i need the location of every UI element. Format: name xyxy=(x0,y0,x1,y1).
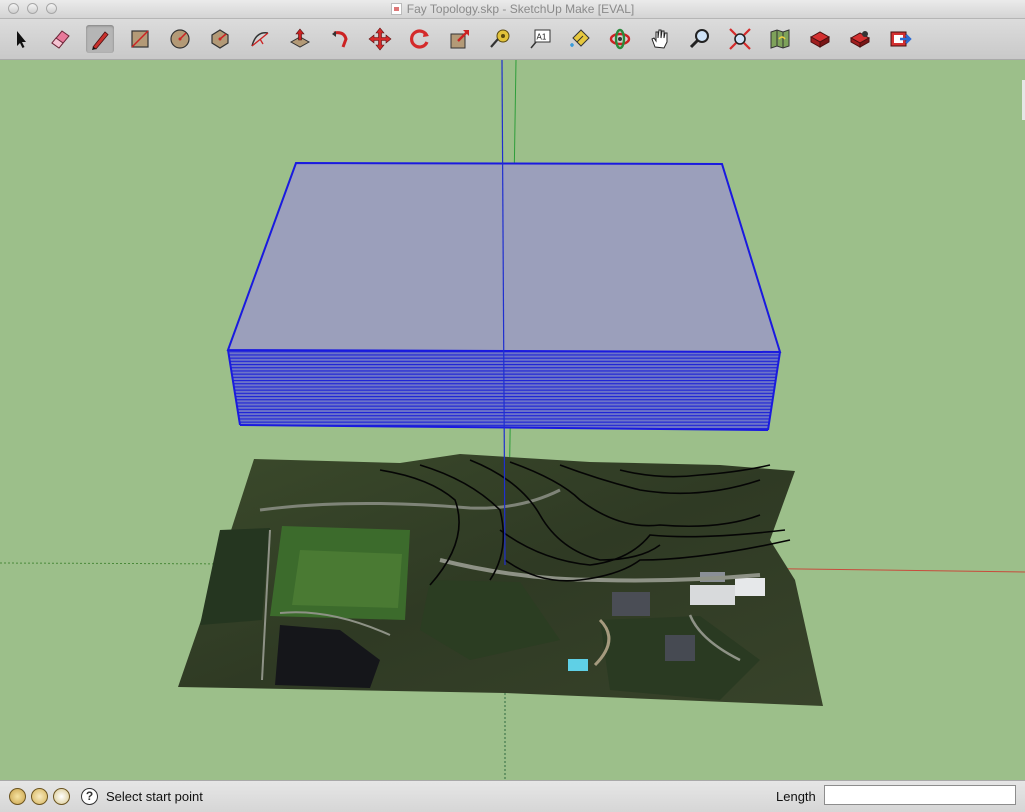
scene xyxy=(0,60,1025,780)
tape-measure-icon xyxy=(490,29,510,48)
polygon-tool[interactable] xyxy=(206,25,234,53)
title-bar: Fay Topology.skp - SketchUp Make [EVAL] xyxy=(0,0,1025,19)
move-icon xyxy=(368,27,392,51)
magnifier-icon xyxy=(689,29,709,49)
pencil-icon xyxy=(92,31,109,50)
status-bar: ? Select start point Length xyxy=(0,780,1025,812)
model-viewport[interactable] xyxy=(0,60,1025,780)
aerial-terrain-image[interactable] xyxy=(178,454,823,706)
arc-icon xyxy=(251,32,269,47)
text-icon: A1 xyxy=(530,29,551,49)
push-pull-icon xyxy=(289,28,311,48)
text-tool[interactable]: A1 xyxy=(526,25,554,53)
scale-icon xyxy=(450,30,469,49)
credits-icon[interactable] xyxy=(31,788,48,805)
hand-icon xyxy=(651,29,668,49)
share-model-tool[interactable] xyxy=(846,25,874,53)
push-pull-tool[interactable] xyxy=(286,25,314,53)
map-icon xyxy=(770,29,790,49)
pan-tool[interactable] xyxy=(646,25,674,53)
paint-bucket-tool[interactable] xyxy=(566,25,594,53)
status-message: Select start point xyxy=(106,789,203,804)
window-title: Fay Topology.skp - SketchUp Make [EVAL] xyxy=(406,2,635,16)
length-label: Length xyxy=(776,789,816,804)
toolbar: A1 xyxy=(0,19,1025,60)
rotate-icon xyxy=(410,29,429,49)
polygon-icon xyxy=(211,29,229,49)
line-tool[interactable] xyxy=(86,25,114,53)
help-icon[interactable]: ? xyxy=(81,788,98,805)
orbit-icon xyxy=(609,28,631,50)
user-sign-in-icon[interactable] xyxy=(53,788,70,805)
zoom-extents-icon xyxy=(729,28,751,50)
eraser-tool[interactable] xyxy=(46,25,74,53)
rotate-tool[interactable] xyxy=(406,25,434,53)
extension-warehouse-tool[interactable] xyxy=(886,25,914,53)
scale-tool[interactable] xyxy=(446,25,474,53)
circle-tool[interactable] xyxy=(166,25,194,53)
document-icon xyxy=(390,3,402,15)
follow-me-icon xyxy=(332,31,348,48)
follow-me-tool[interactable] xyxy=(326,25,354,53)
length-input[interactable] xyxy=(824,785,1016,805)
arrow-icon xyxy=(17,31,26,48)
orbit-tool[interactable] xyxy=(606,25,634,53)
zoom-extents-tool[interactable] xyxy=(726,25,754,53)
paint-bucket-icon xyxy=(570,29,590,47)
circle-icon xyxy=(170,29,190,49)
extension-warehouse-icon xyxy=(890,31,912,47)
share-model-icon xyxy=(849,31,871,48)
select-tool[interactable] xyxy=(6,25,34,53)
rectangle-tool[interactable] xyxy=(126,25,154,53)
geo-location-icon[interactable] xyxy=(9,788,26,805)
warehouse-icon xyxy=(809,31,831,48)
eraser-icon xyxy=(51,30,70,49)
text-tool-label: A1 xyxy=(537,33,547,42)
tape-measure-tool[interactable] xyxy=(486,25,514,53)
warehouse-tool[interactable] xyxy=(806,25,834,53)
arc-tool[interactable] xyxy=(246,25,274,53)
zoom-tool[interactable] xyxy=(686,25,714,53)
rectangle-icon xyxy=(131,30,149,48)
window-title-wrap: Fay Topology.skp - SketchUp Make [EVAL] xyxy=(0,2,1025,16)
get-photo-texture-tool[interactable] xyxy=(766,25,794,53)
move-tool[interactable] xyxy=(366,25,394,53)
